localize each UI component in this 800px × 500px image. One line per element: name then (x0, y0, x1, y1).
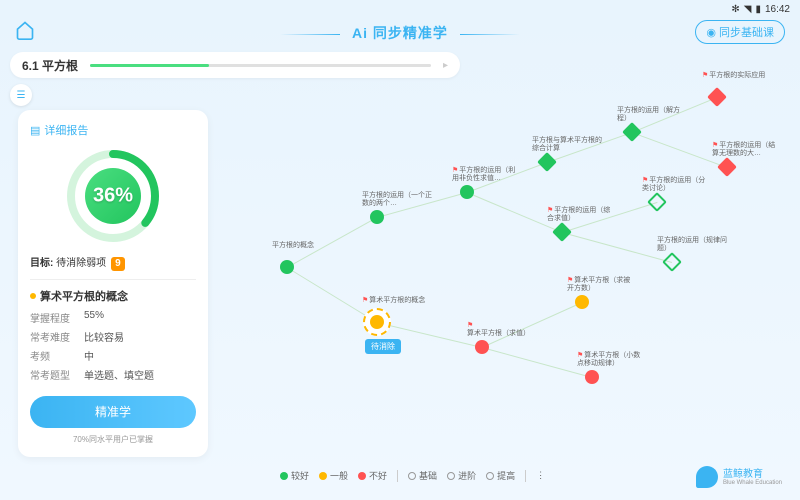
graph-node[interactable] (475, 340, 489, 354)
graph-node[interactable] (662, 252, 682, 272)
node-label: ⚑平方根的运用（综合求值） (547, 207, 617, 224)
report-icon: ▤ (30, 124, 40, 137)
chapter-bar: 6.1 平方根 ▸ (10, 52, 460, 78)
graph-edge (482, 347, 592, 378)
wifi-icon: ◥ (744, 4, 752, 15)
header: Ai 同步精准学 (0, 18, 800, 48)
more-icon[interactable]: ⋮ (536, 470, 545, 481)
concept-title: 算术平方根的概念 (30, 288, 196, 304)
node-label: 平方根与算术平方根的综合计算 (532, 137, 602, 154)
sidebar: ▤ 详细报告 36% 目标: 待消除弱项 9 算术平方根的概念 掌握程度55% 常… (18, 110, 208, 457)
node-label: ⚑算术平方根的概念 (362, 297, 432, 305)
node-label: ⚑平方根的实际应用 (702, 72, 772, 80)
graph-node[interactable] (363, 308, 391, 336)
next-icon[interactable]: ▸ (443, 60, 448, 71)
learn-button[interactable]: 精准学 (30, 396, 196, 428)
graph-node[interactable] (717, 157, 737, 177)
graph-node[interactable] (280, 260, 294, 274)
info-row: 常考难度比较容易 (30, 329, 196, 344)
bluetooth-icon: ✻ (731, 4, 739, 15)
knowledge-graph[interactable]: 平方根的概念 平方根的运用（一个正数的两个… ⚑算术平方根的概念 ⚑平方根的运用（利用… (220, 80, 790, 450)
node-label: 平方根的运用（规律问题） (657, 237, 727, 254)
brand: 蓝鲸教育 Blue Whale Education (696, 466, 782, 488)
graph-node[interactable] (552, 222, 572, 242)
node-label: 平方根的运用（一个正数的两个… (362, 192, 432, 209)
node-label: ⚑算术平方根（小数点移动规律） (577, 352, 647, 369)
clock: 16:42 (765, 4, 790, 15)
graph-node[interactable] (575, 295, 589, 309)
graph-node[interactable] (370, 210, 384, 224)
chapter-title: 6.1 平方根 (22, 57, 78, 74)
page-title: Ai 同步精准学 (268, 23, 532, 43)
footnote: 70%同水平用户已掌握 (30, 434, 196, 445)
chapter-progress (90, 64, 431, 67)
legend: 较好 一般 不好 基础 进阶 提高 ⋮ (280, 469, 545, 482)
node-label: ⚑平方根的运用（利用非负性求值… (452, 167, 522, 184)
status-bar: ✻ ◥ ▮ 16:42 (731, 4, 790, 15)
node-label: 平方根的运用（解方程） (617, 107, 687, 124)
node-label: ⚑算术平方根（求被开方数） (567, 277, 637, 294)
play-circle-icon: ◉ (706, 26, 716, 39)
brand-logo-icon (696, 466, 718, 488)
menu-toggle[interactable]: ☰ (10, 84, 32, 106)
node-label: 平方根的概念 (272, 242, 342, 250)
report-title[interactable]: ▤ 详细报告 (30, 122, 196, 138)
graph-node[interactable] (585, 370, 599, 384)
goal-count-badge: 9 (111, 257, 125, 271)
graph-node[interactable] (647, 192, 667, 212)
info-row: 考频中 (30, 348, 196, 363)
sync-course-button[interactable]: ◉ 同步基础课 (695, 20, 785, 44)
graph-node[interactable] (537, 152, 557, 172)
status-tag: 待消除 (365, 339, 401, 354)
graph-edge (562, 232, 672, 263)
info-row: 掌握程度55% (30, 310, 196, 325)
node-label: ⚑算术平方根（求值） (467, 322, 537, 339)
graph-node[interactable] (707, 87, 727, 107)
node-label: ⚑平方根的运用（结算无理数的大… (712, 142, 782, 159)
battery-icon: ▮ (755, 4, 761, 15)
gauge-percent: 36% (93, 185, 133, 208)
graph-node[interactable] (460, 185, 474, 199)
goal-row: 目标: 待消除弱项 9 (30, 254, 196, 271)
mastery-gauge: 36% (63, 146, 163, 246)
node-label: ⚑平方根的运用（分类讨论） (642, 177, 712, 194)
graph-node[interactable] (622, 122, 642, 142)
info-row: 常考题型单选题、填空题 (30, 367, 196, 382)
